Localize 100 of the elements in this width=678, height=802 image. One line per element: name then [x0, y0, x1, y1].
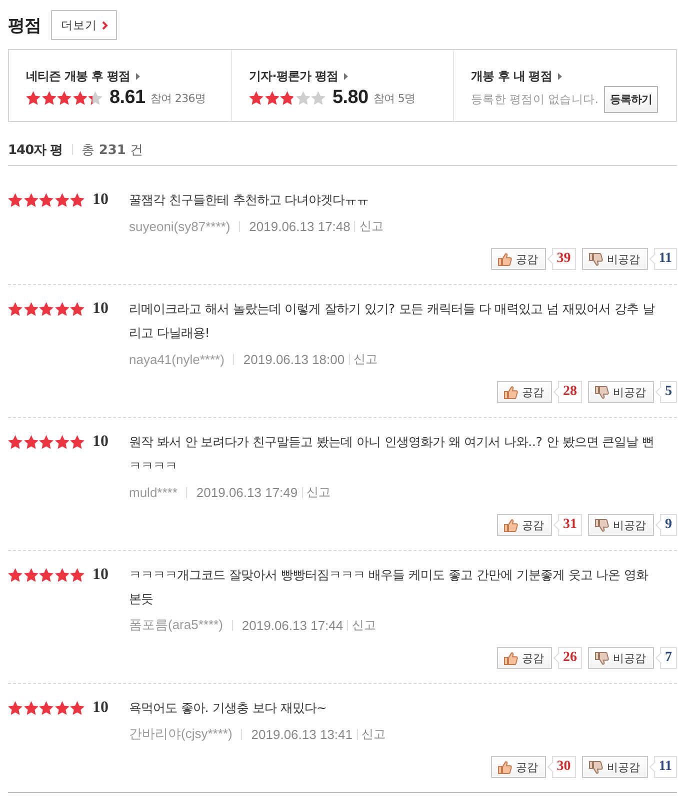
star-icon	[24, 701, 38, 715]
star-icon	[39, 193, 54, 207]
review-text: 욕먹어도 좋아. 기생충 보다 재밌다~	[129, 700, 328, 717]
caret-right-icon	[344, 72, 348, 80]
thumbs-down-icon	[588, 252, 603, 266]
star-icon	[8, 435, 22, 449]
star-icon	[54, 568, 69, 582]
participant-count: 참여 236명	[150, 90, 206, 106]
thumbs-down-icon	[595, 518, 609, 532]
review-text: 리메이크라고 해서 놀랐는데 이렇게 잘하기 있기? 모든 캐릭터들 다 매력있고 넘 재밌어서 강추 날리고 다닐래용!	[129, 301, 656, 342]
dislike-count: 7	[655, 647, 677, 669]
section-title: 평점	[8, 14, 41, 36]
author-name: naya41(nyle****)	[129, 352, 224, 366]
star-icon	[24, 568, 38, 582]
like-count: 28	[553, 381, 582, 403]
like-button[interactable]: 공감	[497, 381, 552, 403]
dislike-button[interactable]: 비공감	[588, 647, 654, 669]
review-score: 10	[92, 433, 108, 451]
star-icon	[264, 91, 279, 105]
star-icon	[42, 91, 56, 105]
review-date: 2019.06.13 13:41	[251, 726, 353, 742]
thumbs-down-icon	[595, 386, 609, 398]
chevron-right-icon	[102, 20, 108, 30]
like-button[interactable]: 공감	[490, 248, 546, 270]
average-score: 8.61	[110, 87, 146, 109]
star-icon	[54, 435, 69, 449]
star-icon	[54, 193, 69, 207]
thumbs-up-icon	[498, 252, 512, 266]
dislike-count: 5	[655, 381, 677, 403]
list-title: 140자 평	[8, 142, 63, 158]
thumbs-down-icon	[595, 652, 609, 664]
star-icon	[72, 91, 87, 105]
review-date: 2019.06.13 18:00	[243, 352, 345, 366]
star-icon	[70, 568, 84, 582]
star-icon	[57, 91, 72, 105]
rating-category-link[interactable]: 네티즌 개봉 후 평점	[26, 67, 140, 85]
rating-category-link[interactable]: 개봉 후 내 평점	[471, 67, 562, 85]
like-count: 26	[553, 647, 582, 669]
report-link[interactable]: 신고	[354, 350, 378, 368]
dislike-button[interactable]: 비공감	[582, 248, 648, 270]
empty-rating-message: 등록한 평점이 없습니다.	[471, 92, 598, 106]
star-icon	[39, 435, 54, 449]
author-name: 간바리야(cjsy****)	[129, 725, 232, 743]
like-button[interactable]: 공감	[497, 514, 552, 536]
review-text: 꿀잼각 친구들한테 추천하고 다녀야겟다ㅠㅠ	[129, 192, 370, 209]
thumbs-up-icon	[498, 760, 512, 774]
star-icon	[70, 435, 84, 449]
dislike-button[interactable]: 비공감	[588, 381, 654, 403]
like-count: 30	[546, 756, 576, 778]
review-text: ㅋㅋㅋㅋ개그코드 잘맞아서 빵빵터짐ㅋㅋㅋ 배우들 케미도 좋고 간만에 기분좋게 웃고 나온 영화 본듯	[129, 567, 650, 608]
like-button[interactable]: 공감	[490, 756, 546, 778]
star-icon	[8, 193, 22, 207]
star-icon	[88, 91, 102, 105]
thumbs-up-icon	[504, 386, 518, 398]
thumbs-up-icon	[504, 652, 518, 664]
thumbs-down-icon	[588, 760, 603, 774]
review-text: 원작 봐서 안 보려다가 친구말듣고 봤는데 아니 인생영화가 왜 여기서 나와..? 안 봤으면 큰일날 뻔ㅋㅋㅋㅋ	[129, 434, 656, 475]
thumbs-up-icon	[504, 518, 518, 532]
star-icon	[39, 568, 54, 582]
author-name: suyeoni(sy87****)	[129, 218, 230, 234]
star-icon	[54, 701, 69, 715]
dislike-count: 9	[655, 514, 677, 536]
review-score: 10	[92, 191, 108, 209]
review-date: 2019.06.13 17:49	[196, 484, 298, 500]
total-count: 총 231 건	[82, 142, 144, 158]
author-name: muld****	[129, 484, 178, 500]
review-date: 2019.06.13 17:48	[249, 218, 350, 234]
star-icon	[26, 91, 40, 105]
star-icon	[280, 91, 294, 105]
review-score: 10	[92, 300, 108, 318]
dislike-count: 11	[648, 248, 677, 270]
like-button[interactable]: 공감	[497, 647, 552, 669]
star-icon	[70, 302, 84, 316]
rating-category-link[interactable]: 기자·평론가 평점	[249, 67, 348, 85]
star-icon	[8, 568, 22, 582]
star-icon	[24, 435, 38, 449]
star-icon	[8, 701, 22, 715]
star-icon	[24, 302, 38, 316]
review-date: 2019.06.13 17:44	[242, 618, 344, 632]
star-icon	[296, 91, 310, 105]
report-link[interactable]: 신고	[306, 484, 331, 500]
dislike-button[interactable]: 비공감	[582, 756, 648, 778]
star-icon	[249, 91, 264, 105]
review-score: 10	[92, 566, 108, 584]
register-rating-button[interactable]: 등록하기	[604, 86, 658, 112]
dislike-count: 11	[648, 756, 677, 778]
report-link[interactable]: 신고	[362, 726, 386, 742]
star-icon	[54, 302, 69, 316]
participant-count: 참여 5명	[373, 90, 416, 106]
average-score: 5.80	[332, 87, 368, 109]
star-icon	[70, 193, 84, 207]
dislike-button[interactable]: 비공감	[588, 514, 654, 536]
more-button[interactable]: 더보기	[51, 10, 117, 40]
star-icon	[24, 193, 38, 207]
star-icon	[70, 701, 84, 715]
caret-right-icon	[136, 72, 140, 80]
caret-right-icon	[558, 72, 562, 80]
report-link[interactable]: 신고	[352, 616, 376, 634]
report-link[interactable]: 신고	[359, 218, 384, 234]
author-name: 폼포름(ara5****)	[129, 616, 223, 634]
